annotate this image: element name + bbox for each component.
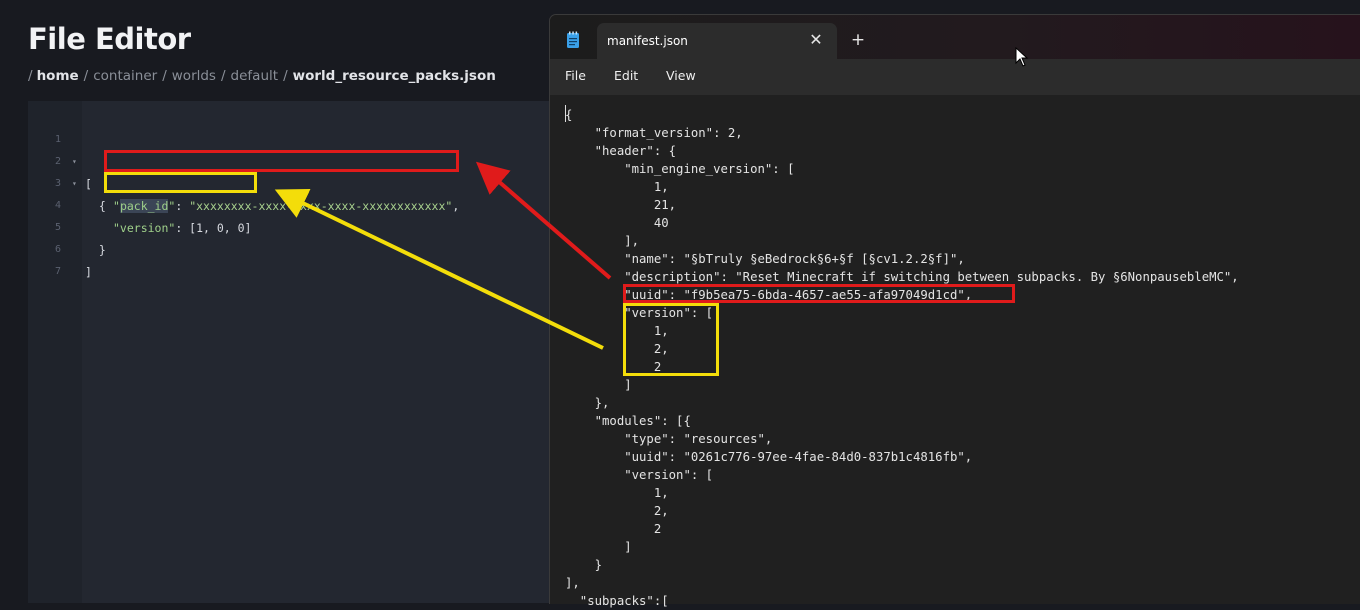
annotation-box-red-pack-id	[104, 150, 459, 172]
notepad-line: "modules": [{	[565, 414, 691, 428]
annotation-box-red-uuid	[623, 284, 1015, 303]
code-text: ]	[85, 265, 92, 279]
breadcrumb-separator: /	[162, 68, 167, 84]
breadcrumb-current-file: world_resource_packs.json	[292, 68, 496, 84]
notepad-line: "uuid": "0261c776-97ee-4fae-84d0-837b1c4…	[565, 450, 973, 464]
notepad-line: ],	[565, 234, 640, 248]
breadcrumb-worlds[interactable]: worlds	[172, 68, 216, 84]
notepad-line: "min_engine_version": [	[565, 162, 795, 176]
annotation-box-yellow-version	[104, 172, 257, 193]
breadcrumb-separator: /	[28, 68, 33, 84]
menu-bar: File Edit View	[550, 59, 1360, 95]
notepad-line: {	[565, 108, 573, 122]
breadcrumb: / home / container / worlds / default / world_res…	[28, 68, 496, 84]
notepad-app-icon	[567, 31, 579, 48]
window-titlebar[interactable]: manifest.json ✕ +	[550, 15, 1360, 59]
menu-file[interactable]: File	[565, 68, 586, 83]
plus-icon[interactable]: +	[848, 30, 868, 50]
text-cursor	[565, 105, 566, 122]
notepad-line: }	[565, 558, 603, 572]
editor-line[interactable]: 1 ▾ [	[28, 107, 548, 191]
line-number: 7	[54, 266, 61, 277]
breadcrumb-separator: /	[83, 68, 89, 84]
mouse-pointer-icon	[1015, 47, 1029, 67]
menu-edit[interactable]: Edit	[614, 68, 638, 83]
editor-line[interactable]: 7	[28, 239, 548, 277]
notepad-line: 2	[565, 522, 662, 536]
breadcrumb-container[interactable]: container	[93, 68, 157, 84]
editor-line[interactable]: 2 ▾ {	[28, 129, 548, 213]
breadcrumb-separator: /	[220, 68, 226, 84]
notepad-line: "version": [	[565, 468, 714, 482]
breadcrumb-separator: /	[283, 68, 288, 84]
notepad-line: ]	[565, 540, 632, 554]
tab-title: manifest.json	[607, 34, 688, 48]
breadcrumb-home[interactable]: home	[37, 68, 79, 84]
page-title: File Editor	[28, 22, 191, 56]
notepad-line: },	[565, 396, 610, 410]
notepad-line: 1,	[565, 486, 669, 500]
notepad-line: ]	[565, 378, 632, 392]
notepad-line: 2,	[565, 504, 669, 518]
close-icon[interactable]: ✕	[806, 30, 826, 50]
editor-line[interactable]: 6 ]	[28, 217, 548, 279]
notepad-line: "header": {	[565, 144, 677, 158]
menu-view[interactable]: View	[666, 68, 696, 83]
notepad-line: "format_version": 2,	[565, 126, 743, 140]
editor-line[interactable]: 5 }	[28, 195, 548, 257]
annotation-box-yellow-version	[623, 303, 719, 376]
notepad-line: "name": "§bTruly §eBedrock§6+§f [§cv1.2.…	[565, 252, 965, 266]
notepad-line: ],	[565, 576, 580, 590]
notepad-line: 40	[565, 216, 669, 230]
breadcrumb-default[interactable]: default	[231, 68, 279, 84]
tab-manifest-json[interactable]: manifest.json ✕	[597, 23, 837, 59]
notepad-line: "subpacks":[	[565, 594, 669, 608]
notepad-line: 1,	[565, 180, 669, 194]
notepad-line: "type": "resources",	[565, 432, 773, 446]
notepad-line: 21,	[565, 198, 677, 212]
